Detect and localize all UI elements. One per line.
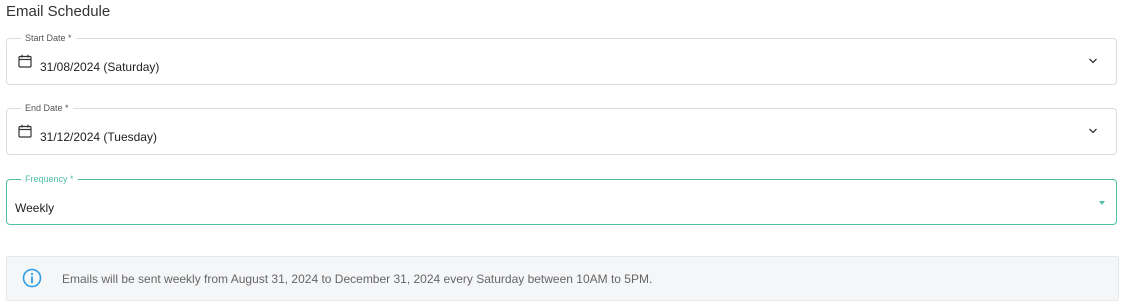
- calendar-icon: [18, 54, 32, 68]
- email-schedule-page: Email Schedule Start Date * 31/08/2024 (…: [0, 0, 1138, 307]
- end-date-value: 31/12/2024 (Tuesday): [40, 130, 157, 144]
- start-date-field[interactable]: Start Date * 31/08/2024 (Saturday): [6, 32, 1117, 85]
- section-title: Email Schedule: [6, 3, 111, 20]
- chevron-down-icon[interactable]: [1088, 57, 1098, 65]
- frequency-value: Weekly: [15, 201, 55, 215]
- start-date-value: 31/08/2024 (Saturday): [40, 60, 160, 74]
- frequency-label: Frequency *: [21, 173, 78, 185]
- frequency-select[interactable]: Frequency * Weekly: [6, 173, 1117, 225]
- start-date-label: Start Date *: [21, 32, 76, 44]
- end-date-label: End Date *: [21, 102, 73, 114]
- caret-down-icon[interactable]: [1099, 201, 1105, 205]
- chevron-down-icon[interactable]: [1088, 127, 1098, 135]
- info-message: Emails will be sent weekly from August 3…: [62, 272, 653, 286]
- calendar-icon: [18, 124, 32, 138]
- info-banner: Emails will be sent weekly from August 3…: [6, 256, 1119, 301]
- info-icon: [22, 268, 42, 288]
- end-date-field[interactable]: End Date * 31/12/2024 (Tuesday): [6, 102, 1117, 155]
